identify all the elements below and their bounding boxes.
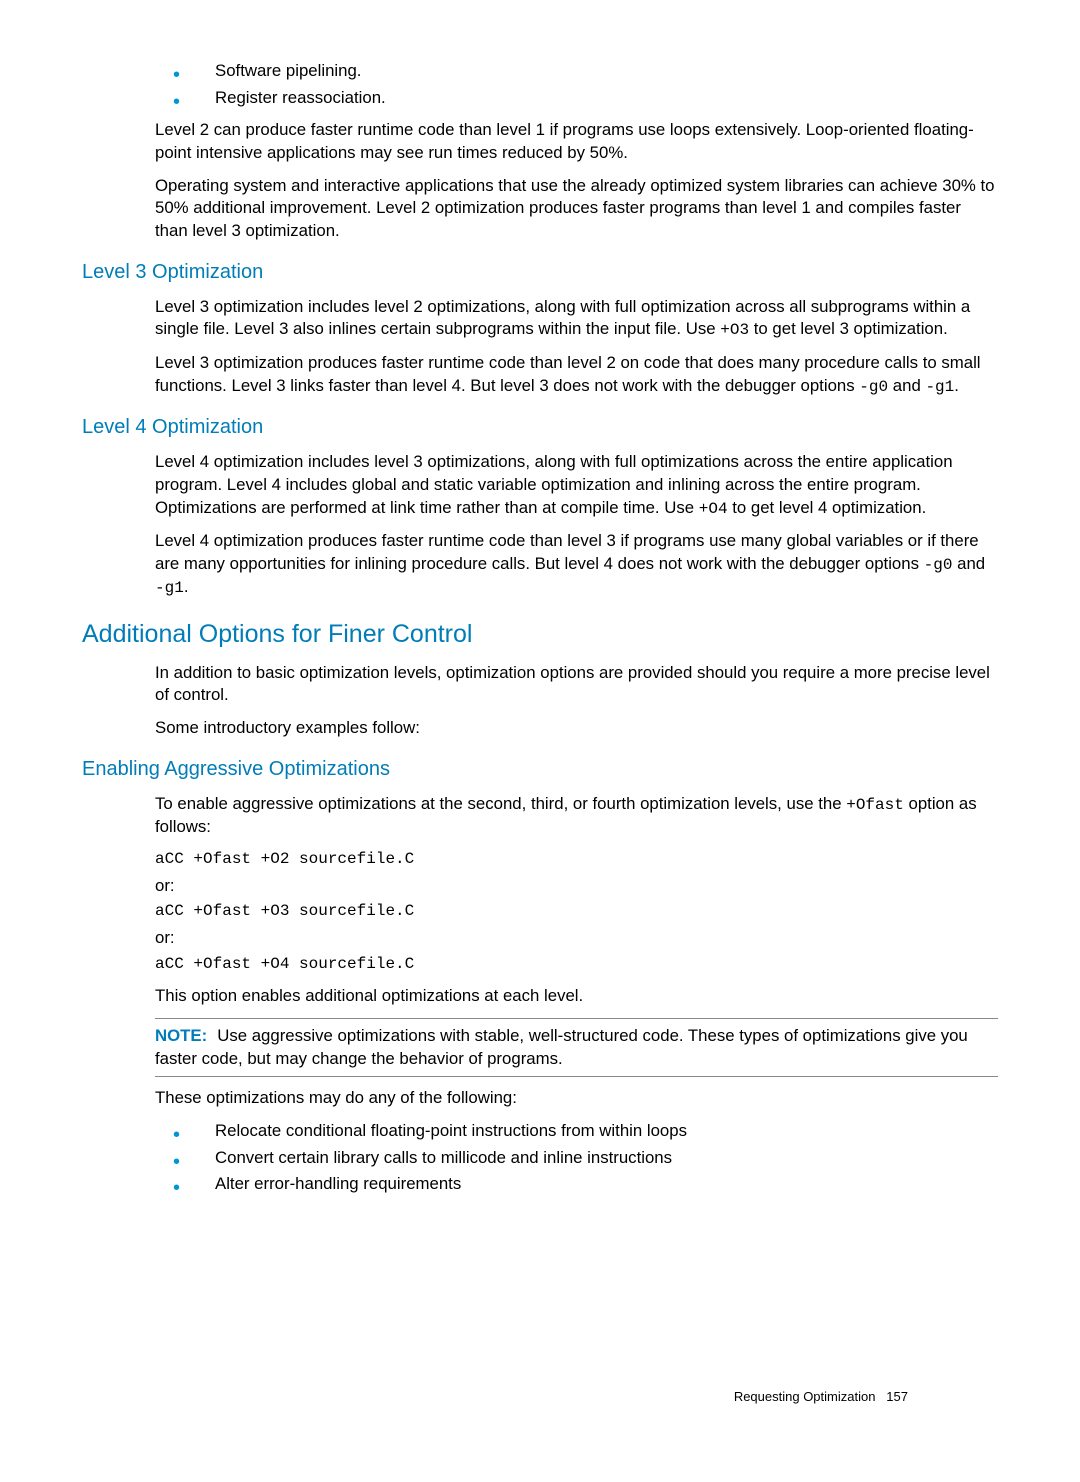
note-label: NOTE: — [155, 1026, 207, 1045]
text-fragment: and — [952, 554, 985, 573]
list-item: Alter error-handling requirements — [155, 1173, 998, 1196]
level4-para-2: Level 4 optimization produces faster run… — [155, 530, 998, 600]
bullet-text: Alter error-handling requirements — [215, 1174, 461, 1193]
text-fragment: and — [888, 376, 925, 395]
level4-heading: Level 4 Optimization — [79, 414, 998, 441]
aggressive-bullet-list: Relocate conditional floating-point inst… — [155, 1120, 998, 1196]
code-inline: +Ofast — [846, 796, 904, 814]
note-text: Use aggressive optimizations with stable… — [155, 1026, 968, 1068]
code-example-1: aCC +Ofast +O2 sourcefile.C — [155, 849, 998, 871]
aggressive-heading: Enabling Aggressive Optimizations — [79, 756, 998, 783]
list-item: Convert certain library calls to millico… — [155, 1147, 998, 1170]
level3-para-2: Level 3 optimization produces faster run… — [155, 352, 998, 398]
top-bullet-list: Software pipelining. Register reassociat… — [155, 60, 998, 109]
code-inline: +O3 — [720, 321, 749, 339]
footer-section: Requesting Optimization — [734, 1389, 876, 1404]
list-item: Register reassociation. — [155, 87, 998, 110]
or-text: or: — [155, 875, 998, 898]
text-fragment: to get level 4 optimization. — [728, 498, 927, 517]
page-footer: Requesting Optimization 157 — [734, 1388, 908, 1406]
bullet-text: Software pipelining. — [215, 61, 361, 80]
text-fragment: to get level 3 optimization. — [749, 319, 948, 338]
code-inline: +O4 — [699, 500, 728, 518]
aggressive-para-2: This option enables additional optimizat… — [155, 985, 998, 1008]
bullet-text: Relocate conditional floating-point inst… — [215, 1121, 687, 1140]
footer-page-number: 157 — [886, 1389, 908, 1404]
text-fragment: Level 4 optimization produces faster run… — [155, 531, 979, 573]
level4-para-1: Level 4 optimization includes level 3 op… — [155, 451, 998, 520]
text-fragment: To enable aggressive optimizations at th… — [155, 794, 846, 813]
finer-para-1: In addition to basic optimization levels… — [155, 662, 998, 707]
finer-control-heading: Additional Options for Finer Control — [79, 618, 998, 652]
list-item: Relocate conditional floating-point inst… — [155, 1120, 998, 1143]
level2-para-1: Level 2 can produce faster runtime code … — [155, 119, 998, 164]
aggressive-para-3: These optimizations may do any of the fo… — [155, 1087, 998, 1110]
level3-heading: Level 3 Optimization — [79, 259, 998, 286]
code-example-2: aCC +Ofast +O3 sourcefile.C — [155, 901, 998, 923]
text-fragment: Level 3 optimization produces faster run… — [155, 353, 981, 395]
text-fragment: . — [184, 577, 189, 596]
or-text: or: — [155, 927, 998, 950]
level2-para-2: Operating system and interactive applica… — [155, 175, 998, 243]
note-box: NOTE:Use aggressive optimizations with s… — [155, 1018, 998, 1077]
code-inline: -g0 — [924, 556, 953, 574]
finer-para-2: Some introductory examples follow: — [155, 717, 998, 740]
code-inline: -g0 — [859, 378, 888, 396]
level3-para-1: Level 3 optimization includes level 2 op… — [155, 296, 998, 342]
bullet-text: Convert certain library calls to millico… — [215, 1148, 672, 1167]
aggressive-para-1: To enable aggressive optimizations at th… — [155, 793, 998, 839]
text-fragment: . — [954, 376, 959, 395]
code-inline: -g1 — [155, 579, 184, 597]
bullet-text: Register reassociation. — [215, 88, 386, 107]
code-example-3: aCC +Ofast +O4 sourcefile.C — [155, 954, 998, 976]
list-item: Software pipelining. — [155, 60, 998, 83]
code-inline: -g1 — [925, 378, 954, 396]
